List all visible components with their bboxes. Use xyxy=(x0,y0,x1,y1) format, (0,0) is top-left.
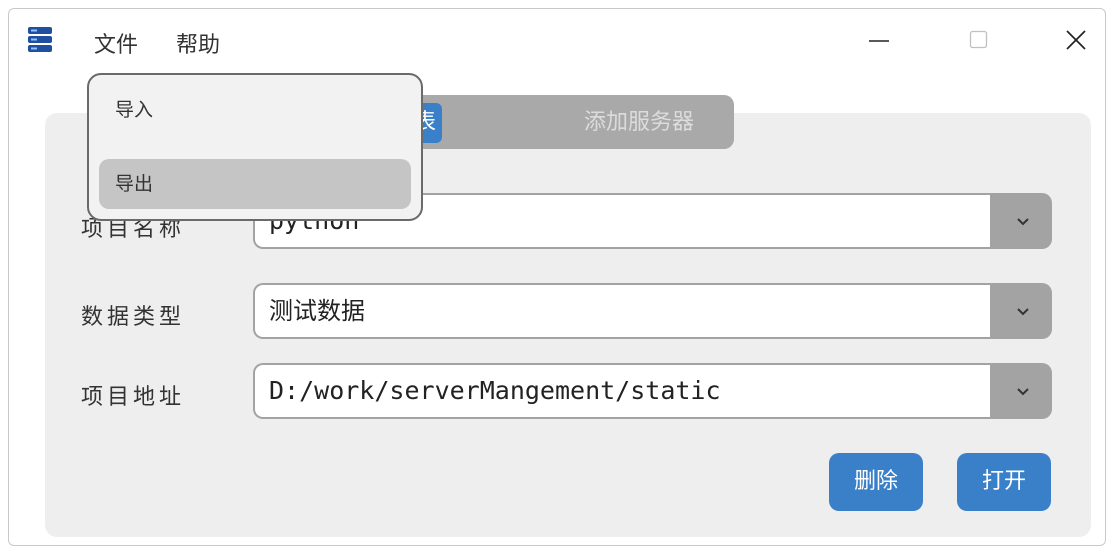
chevron-down-icon[interactable] xyxy=(994,193,1052,249)
data-type-value[interactable]: 测试数据 xyxy=(255,285,990,337)
tab-add-server[interactable]: 添加服务器 xyxy=(578,103,700,143)
app-window: 文件 帮助 服务器列表 添加服务器 项目名称 python 数据类型 测试数据 xyxy=(8,8,1106,546)
project-path-value[interactable]: D:/work/serverMangement/static xyxy=(255,365,990,417)
chevron-down-icon[interactable] xyxy=(994,363,1052,419)
project-path-select[interactable]: D:/work/serverMangement/static xyxy=(253,363,1052,419)
menu-help[interactable]: 帮助 xyxy=(176,27,220,59)
menu-item-export[interactable]: 导出 xyxy=(99,159,411,209)
delete-button[interactable]: 删除 xyxy=(829,453,923,511)
server-stack-icon xyxy=(28,27,52,53)
project-path-label: 项目地址 xyxy=(81,385,186,410)
menu-file[interactable]: 文件 xyxy=(94,27,138,59)
menu-item-import[interactable]: 导入 xyxy=(99,85,411,135)
data-type-select[interactable]: 测试数据 xyxy=(253,283,1052,339)
title-bar: 文件 帮助 xyxy=(9,9,1105,69)
chevron-down-icon[interactable] xyxy=(994,283,1052,339)
file-dropdown-menu: 导入 导出 xyxy=(87,73,423,221)
maximize-icon[interactable] xyxy=(957,19,1001,59)
open-button[interactable]: 打开 xyxy=(957,453,1051,511)
minimize-icon[interactable] xyxy=(857,19,901,59)
data-type-label: 数据类型 xyxy=(81,305,186,330)
close-icon[interactable] xyxy=(1054,19,1098,59)
